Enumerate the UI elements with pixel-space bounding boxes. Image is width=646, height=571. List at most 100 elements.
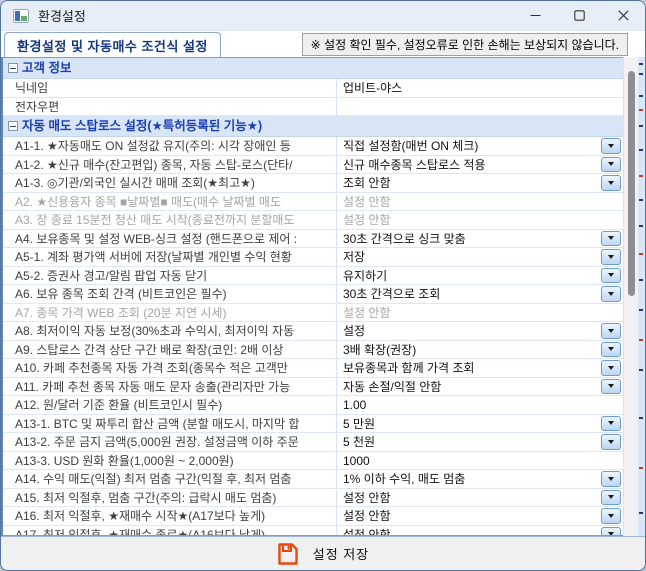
dropdown-button[interactable] — [601, 249, 621, 265]
setting-value[interactable]: 설정 안함 — [337, 193, 623, 211]
grid-row[interactable]: A13-3. USD 원화 환율(1,000원 ~ 2,000원) 1000 — [3, 452, 623, 471]
setting-value[interactable]: 신규 매수종목 스탑로스 적용 — [337, 156, 623, 174]
edge-mark — [639, 467, 643, 469]
grid-row[interactable]: A1-1. ★자동매도 ON 설정값 유지(주의: 시각 장애인 등 직접 설정… — [3, 137, 623, 156]
setting-label: A13-2. 주문 금지 금액(5,000원 권장. 설정금액 이하 주문 — [3, 433, 337, 451]
grid-row[interactable]: A13-1. BTC 및 짜투리 합산 금액 (분할 매도시, 마지막 합 5 … — [3, 415, 623, 434]
grid-row[interactable]: A6. 보유 종목 조회 간격 (비트코인은 필수) 30초 간격으로 조회 — [3, 285, 623, 304]
maximize-button[interactable] — [557, 1, 601, 30]
setting-label: A1-3. ◎기관/외국인 실시간 매매 조회(★최고★) — [3, 174, 337, 192]
dropdown-button[interactable] — [601, 342, 621, 358]
dropdown-button[interactable] — [601, 416, 621, 432]
grid-row[interactable]: A8. 최저이익 자동 보정(30%초과 수익시, 최저이익 자동 설정 — [3, 322, 623, 341]
dropdown-button[interactable] — [601, 286, 621, 302]
setting-value[interactable]: 30초 간격으로 조회 — [337, 285, 623, 303]
collapse-icon[interactable] — [8, 63, 18, 73]
setting-value[interactable] — [337, 98, 623, 116]
chevron-down-icon — [608, 514, 614, 518]
dropdown-button[interactable] — [601, 360, 621, 376]
grid-row[interactable]: A16. 최저 익절후, ★재매수 시작★(A17보다 높게) 설정 안함 — [3, 507, 623, 526]
setting-value[interactable]: 설정 안함 — [337, 489, 623, 507]
setting-label: A8. 최저이익 자동 보정(30%초과 수익시, 최저이익 자동 — [3, 322, 337, 340]
grid-row[interactable]: A4. 보유종목 및 설정 WEB-싱크 설정 (핸드폰으로 제어 : 30초 … — [3, 230, 623, 249]
setting-label: A13-1. BTC 및 짜투리 합산 금액 (분할 매도시, 마지막 합 — [3, 415, 337, 433]
setting-value[interactable]: 설정 안함 — [337, 304, 623, 322]
grid-row[interactable]: A9. 스탑로스 간격 상단 구간 배로 확장(코인: 2배 이상 3배 확장(… — [3, 341, 623, 360]
setting-value[interactable]: 자동 손절/익절 안함 — [337, 378, 623, 396]
vertical-scrollbar[interactable] — [623, 57, 638, 536]
dropdown-button[interactable] — [601, 323, 621, 339]
minimize-button[interactable] — [513, 1, 557, 30]
grid-row[interactable]: A12. 원/달러 기준 환율 (비트코인시 필수) 1.00 — [3, 396, 623, 415]
edge-mark — [639, 309, 643, 311]
edge-mark — [639, 279, 643, 281]
dropdown-button[interactable] — [601, 268, 621, 284]
grid-row[interactable]: A5-2. 증권사 경고/알림 팝업 자동 닫기 유지하기 — [3, 267, 623, 286]
grid-row[interactable]: 닉네임 업비트-야스 — [3, 79, 623, 98]
setting-value[interactable]: 설정 안함 — [337, 507, 623, 525]
setting-value[interactable]: 유지하기 — [337, 267, 623, 285]
collapse-icon[interactable] — [8, 121, 18, 131]
setting-value[interactable]: 업비트-야스 — [337, 79, 623, 97]
dropdown-button[interactable] — [601, 157, 621, 173]
setting-value[interactable]: 설정 안함 — [337, 211, 623, 229]
setting-label: A12. 원/달러 기준 환율 (비트코인시 필수) — [3, 396, 337, 414]
dropdown-button[interactable] — [601, 231, 621, 247]
setting-value[interactable]: 3배 확장(권장) — [337, 341, 623, 359]
save-settings-button[interactable]: 설정 저장 — [267, 540, 379, 568]
grid-row[interactable]: A1-3. ◎기관/외국인 실시간 매매 조회(★최고★) 조회 안함 — [3, 174, 623, 193]
dropdown-button[interactable] — [601, 379, 621, 395]
grid-row[interactable]: A11. 카페 추천 종목 자동 매도 문자 송출(관리자만 가능 자동 손절/… — [3, 378, 623, 397]
dropdown-button[interactable] — [601, 471, 621, 487]
setting-label: A14. 수익 매도(익절) 최저 멈춤 구간(익절 후, 최저 멈춤 — [3, 470, 337, 488]
setting-value[interactable]: 30초 간격으로 싱크 맞춤 — [337, 230, 623, 248]
grid-row[interactable]: A13-2. 주문 금지 금액(5,000원 권장. 설정금액 이하 주문 5 … — [3, 433, 623, 452]
section-title: 자동 매도 스탑로스 설정(★특허등록된 기능★) — [22, 116, 262, 136]
setting-label: A7. 종목 가격 WEB 조회 (20분 지연 시세) — [3, 304, 337, 322]
setting-value[interactable]: 조회 안함 — [337, 174, 623, 192]
section-header[interactable]: 자동 매도 스탑로스 설정(★특허등록된 기능★) — [3, 116, 623, 137]
chevron-down-icon — [608, 366, 614, 370]
setting-value[interactable]: 1% 이하 수익, 매도 멈춤 — [337, 470, 623, 488]
dropdown-button[interactable] — [601, 527, 621, 537]
section-header[interactable]: 고객 정보 — [3, 58, 623, 79]
grid-row[interactable]: A3. 장 종료 15분전 청산 매도 시작(종료전까지 분할매도 설정 안함 — [3, 211, 623, 230]
grid-row[interactable]: A17. 최저 익절후, ★재매수 종료★(A16보다 낮게) 설정 안함 — [3, 526, 623, 537]
setting-value[interactable]: 직접 설정함(매번 ON 체크) — [337, 137, 623, 155]
grid-row[interactable]: 전자우편 — [3, 98, 623, 117]
close-button[interactable] — [601, 1, 645, 30]
setting-value[interactable]: 설정 안함 — [337, 526, 623, 537]
setting-label: A13-3. USD 원화 환율(1,000원 ~ 2,000원) — [3, 452, 337, 470]
chevron-down-icon — [608, 347, 614, 351]
setting-value[interactable]: 5 만원 — [337, 415, 623, 433]
chevron-down-icon — [608, 329, 614, 333]
dropdown-button[interactable] — [601, 434, 621, 450]
setting-value[interactable]: 보유종목과 함께 가격 조회 — [337, 359, 623, 377]
dropdown-button[interactable] — [601, 490, 621, 506]
dropdown-button[interactable] — [601, 508, 621, 524]
setting-label: A1-1. ★자동매도 ON 설정값 유지(주의: 시각 장애인 등 — [3, 137, 337, 155]
grid-row[interactable]: A1-2. ★신규 매수(잔고편입) 종목, 자동 스탑-로스(단타/ 신규 매… — [3, 156, 623, 175]
scrollbar-thumb[interactable] — [628, 71, 635, 296]
grid-row[interactable]: A15. 최저 익절후, 멈춤 구간(주의: 급락시 매도 멈춤) 설정 안함 — [3, 489, 623, 508]
tab-environment-settings[interactable]: 환경설정 및 자동매수 조건식 설정 — [4, 32, 221, 57]
edge-mark — [639, 199, 643, 201]
setting-value[interactable]: 1.00 — [337, 396, 623, 414]
grid-row[interactable]: A7. 종목 가격 WEB 조회 (20분 지연 시세) 설정 안함 — [3, 304, 623, 323]
footer-bar: 설정 저장 — [1, 536, 645, 570]
title-bar: 환경설정 — [1, 1, 645, 31]
grid-row[interactable]: A14. 수익 매도(익절) 최저 멈춤 구간(익절 후, 최저 멈춤 1% 이… — [3, 470, 623, 489]
chevron-down-icon — [608, 236, 614, 240]
background-edge-strip — [638, 57, 645, 536]
setting-value[interactable]: 설정 — [337, 322, 623, 340]
main-area: 고객 정보 닉네임 업비트-야스 전자우편 자동 매도 스탑로스 설정(★특허등… — [1, 57, 645, 536]
setting-value[interactable]: 5 천원 — [337, 433, 623, 451]
grid-row[interactable]: A2. ★신용융자 종목 ■날짜별■ 매도(매수 날짜별 매도 설정 안함 — [3, 193, 623, 212]
grid-row[interactable]: A5-1. 계좌 평가액 서버에 저장(날짜별 개인별 수익 현황 저장 — [3, 248, 623, 267]
setting-value[interactable]: 1000 — [337, 452, 623, 470]
grid-row[interactable]: A10. 카페 추천종목 자동 가격 조회(종목수 적은 고객만 보유종목과 함… — [3, 359, 623, 378]
dropdown-button[interactable] — [601, 138, 621, 154]
chevron-down-icon — [608, 162, 614, 166]
setting-value[interactable]: 저장 — [337, 248, 623, 266]
dropdown-button[interactable] — [601, 175, 621, 191]
